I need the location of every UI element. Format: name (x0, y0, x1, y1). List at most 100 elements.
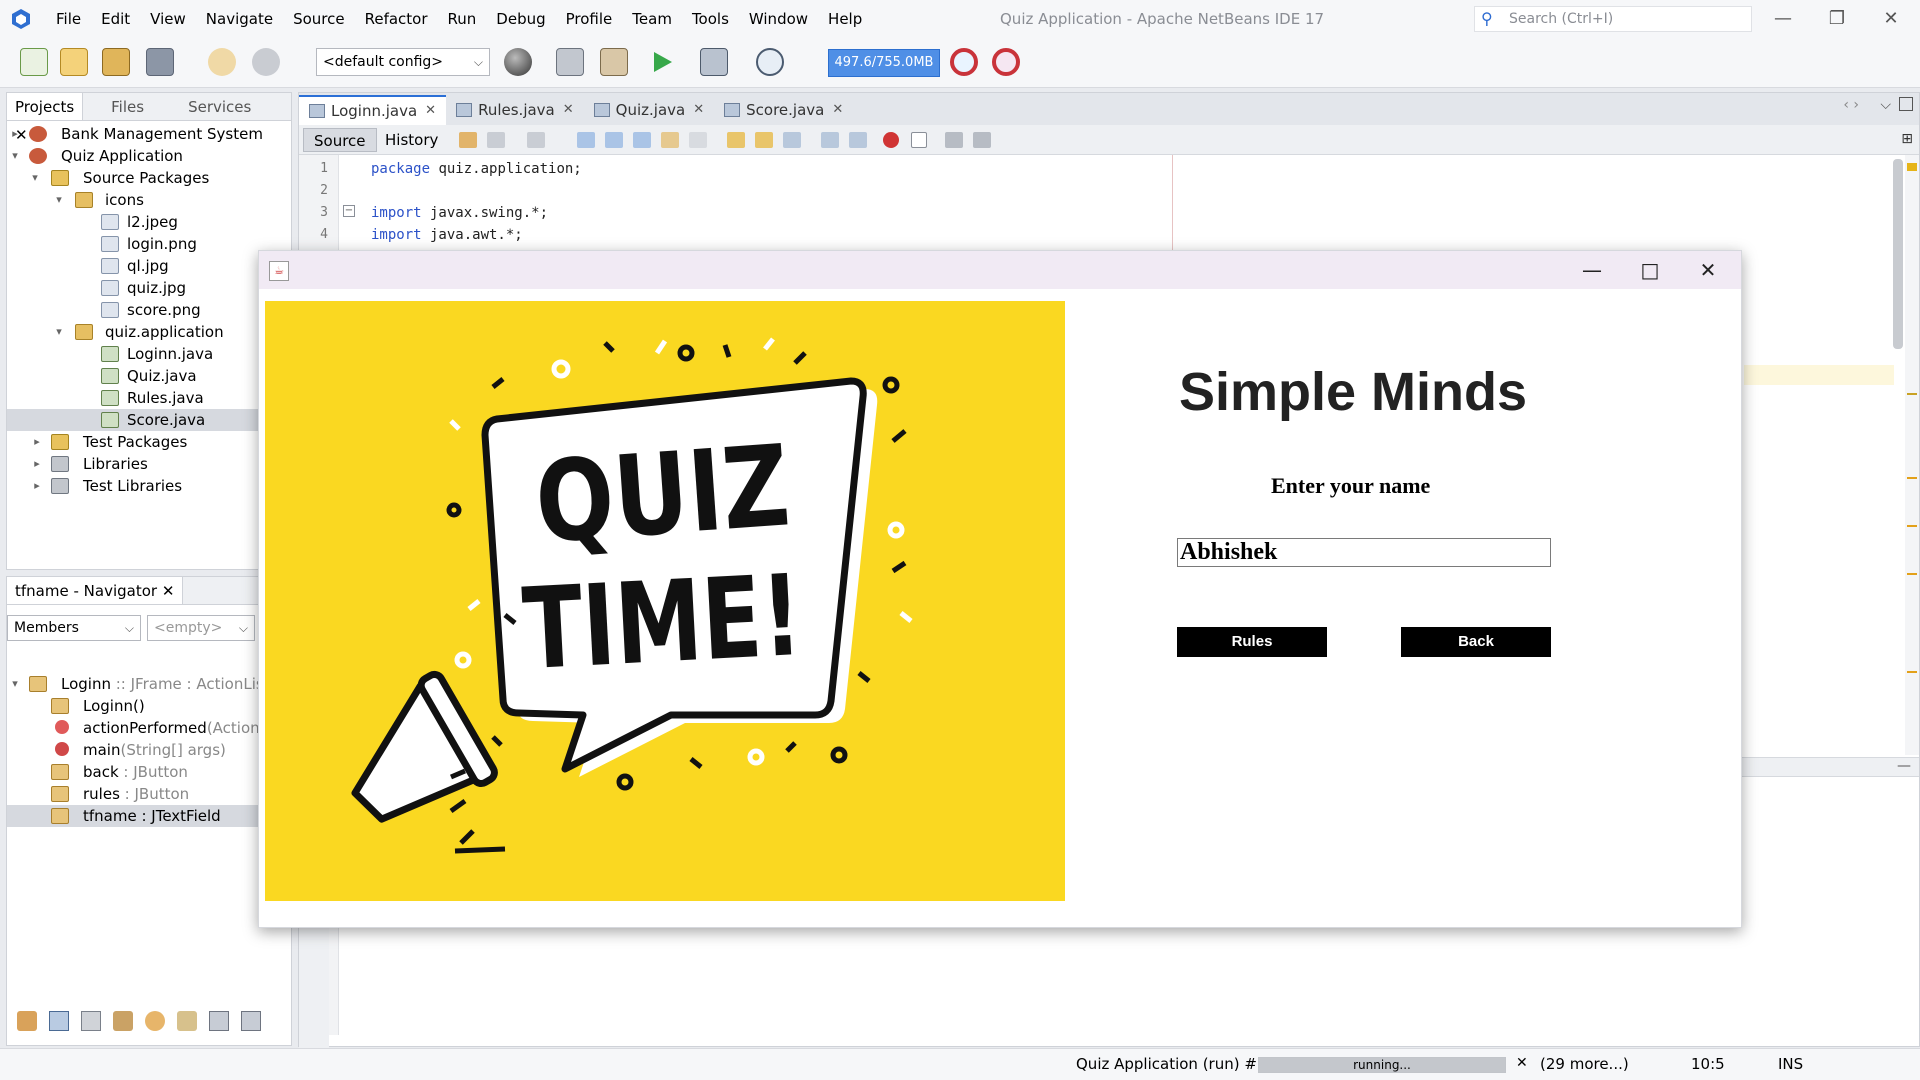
fold-icon[interactable]: − (343, 205, 355, 217)
gc-profile-icon[interactable] (950, 48, 978, 76)
close-icon[interactable]: ✕ (1679, 251, 1737, 289)
back-button[interactable]: Back (1401, 627, 1551, 657)
browser-globe-icon[interactable] (504, 48, 532, 76)
toggle-highlight-icon[interactable] (661, 132, 679, 148)
warning-marker[interactable] (1907, 163, 1917, 171)
tab-projects[interactable]: Projects ✕ (7, 93, 84, 144)
tree-item-file[interactable]: Quiz.java (7, 365, 291, 387)
menu-refactor[interactable]: Refactor (355, 0, 438, 38)
code-line[interactable]: import javax.swing.*; (371, 205, 548, 221)
run-status-label[interactable]: Quiz Application (run) #30 (1076, 1055, 1276, 1073)
shift-right-icon[interactable] (849, 132, 867, 148)
minimize-panel-icon[interactable]: — (1897, 758, 1911, 774)
menu-source[interactable]: Source (283, 0, 355, 38)
find-next-icon[interactable] (633, 132, 651, 148)
nav-method-actionperformed[interactable]: actionPerformed(ActionEvent (7, 717, 303, 739)
run-icon[interactable] (648, 48, 676, 76)
tree-item-file-selected[interactable]: Score.java (7, 409, 291, 431)
open-project-icon[interactable] (102, 48, 130, 76)
tree-item-project[interactable]: ▸ Bank Management System (7, 123, 291, 145)
maximize-icon[interactable] (1899, 97, 1913, 111)
menu-help[interactable]: Help (818, 0, 872, 38)
debug-icon[interactable] (700, 48, 728, 76)
new-file-icon[interactable] (20, 48, 48, 76)
maximize-icon[interactable]: □ (1621, 251, 1679, 289)
history-view-button[interactable]: History (375, 128, 448, 152)
sort-by-name-icon[interactable] (209, 1011, 229, 1031)
tab-quiz-java[interactable]: Quiz.java ✕ (584, 95, 714, 125)
collapse-icon[interactable]: ▾ (53, 189, 65, 211)
expand-icon[interactable]: ▸ (9, 123, 21, 145)
code-line[interactable]: package quiz.application; (371, 161, 582, 177)
tree-item-file[interactable]: score.png (7, 299, 291, 321)
undo-icon[interactable] (208, 48, 236, 76)
next-bookmark-icon[interactable] (755, 132, 773, 148)
search-input[interactable]: ⚲ Search (Ctrl+I) (1474, 6, 1752, 32)
close-icon[interactable]: ✕ (1868, 0, 1914, 38)
tree-item-file[interactable]: Loginn.java (7, 343, 291, 365)
profile-snapshot-icon[interactable] (992, 48, 1020, 76)
expand-icon[interactable]: ▸ (31, 453, 43, 475)
name-input[interactable]: Abhishek (1177, 538, 1551, 567)
static-filter-icon[interactable] (81, 1011, 101, 1031)
tree-item-file[interactable]: ql.jpg (7, 255, 291, 277)
rules-button[interactable]: Rules (1177, 627, 1327, 657)
tree-item-project[interactable]: ▾ Quiz Application (7, 145, 291, 167)
restore-icon[interactable]: ❐ (1814, 0, 1860, 38)
source-view-button[interactable]: Source (303, 128, 377, 152)
sort-by-source-icon[interactable] (241, 1011, 261, 1031)
stripe-marker[interactable] (1907, 671, 1917, 673)
fqn-icon[interactable] (177, 1011, 197, 1031)
tab-navigator[interactable]: tfname - Navigator ✕ (7, 577, 184, 604)
collapse-icon[interactable]: ▾ (53, 321, 65, 343)
tree-item-file[interactable]: quiz.jpg (7, 277, 291, 299)
chevron-down-icon[interactable]: ⌵ (1880, 97, 1891, 113)
expand-icon[interactable]: ▸ (31, 431, 43, 453)
cancel-task-icon[interactable]: ✕ (1516, 1055, 1528, 1071)
config-select[interactable]: <default config> ⌵ (316, 48, 490, 76)
clean-build-icon[interactable] (600, 48, 628, 76)
menu-view[interactable]: View (140, 0, 196, 38)
new-project-icon[interactable] (60, 48, 88, 76)
collapse-icon[interactable]: ▾ (9, 673, 21, 695)
tab-loginn-java[interactable]: Loginn.java ✕ (299, 95, 447, 126)
memory-indicator[interactable]: 497.6/755.0MB (828, 49, 940, 77)
build-hammer-icon[interactable] (556, 48, 584, 76)
tab-score-java[interactable]: Score.java ✕ (714, 95, 853, 125)
menu-debug[interactable]: Debug (486, 0, 555, 38)
back-icon[interactable] (487, 132, 505, 148)
menu-navigate[interactable]: Navigate (196, 0, 283, 38)
save-all-icon[interactable] (146, 48, 174, 76)
menu-profile[interactable]: Profile (556, 0, 623, 38)
nav-class-loginn[interactable]: ▾ Loginn :: JFrame : ActionListener (7, 673, 303, 695)
comment-icon[interactable] (945, 132, 963, 148)
find-previous-icon[interactable] (605, 132, 623, 148)
filter-select[interactable]: <empty> ⌵ (147, 615, 255, 641)
more-tasks-link[interactable]: (29 more...) (1540, 1055, 1629, 1073)
tree-item-file[interactable]: l2.jpeg (7, 211, 291, 233)
tree-item-file[interactable]: Rules.java (7, 387, 291, 409)
tree-item-folder[interactable]: ▸ Test Libraries (7, 475, 291, 497)
tree-item-package[interactable]: ▾ icons (7, 189, 291, 211)
stripe-marker[interactable] (1907, 393, 1917, 395)
menu-file[interactable]: File (46, 0, 91, 38)
shift-left-icon[interactable] (821, 132, 839, 148)
tab-rules-java[interactable]: Rules.java ✕ (446, 95, 584, 125)
profile-icon[interactable] (756, 48, 784, 76)
split-editor-icon[interactable]: ⊞ (1901, 131, 1913, 147)
stop-macro-icon[interactable] (911, 132, 927, 148)
last-edit-icon[interactable] (459, 132, 477, 148)
menu-edit[interactable]: Edit (91, 0, 140, 38)
close-icon[interactable]: ✕ (162, 582, 175, 600)
tree-item-package[interactable]: ▾ quiz.application (7, 321, 291, 343)
scroll-tabs-icon[interactable]: ‹ › (1843, 97, 1859, 113)
inherited-icon[interactable] (17, 1011, 37, 1031)
start-macro-icon[interactable] (883, 132, 899, 148)
close-icon[interactable]: ✕ (425, 96, 436, 126)
close-icon[interactable]: ✕ (693, 95, 704, 125)
tree-item-file[interactable]: login.png (7, 233, 291, 255)
find-icon[interactable] (577, 132, 595, 148)
menu-run[interactable]: Run (438, 0, 487, 38)
menu-tools[interactable]: Tools (682, 0, 739, 38)
previous-bookmark-icon[interactable] (727, 132, 745, 148)
